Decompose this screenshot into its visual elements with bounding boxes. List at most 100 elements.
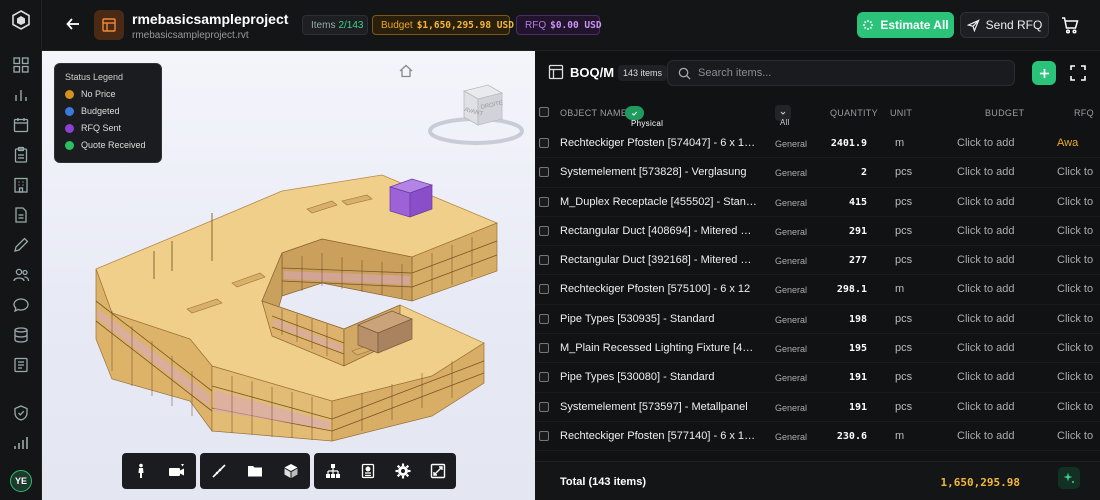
- cell-budget-add[interactable]: Click to add: [957, 283, 1014, 295]
- row-checkbox[interactable]: [539, 430, 549, 441]
- table-row[interactable]: Pipe Types [530080] - Standard General 191…: [535, 363, 1100, 393]
- table-row[interactable]: Rectangular Duct [408694] - Mitered El..…: [535, 217, 1100, 247]
- col-unit[interactable]: UNIT: [890, 108, 912, 118]
- send-rfq-button[interactable]: Send RFQ: [960, 12, 1049, 38]
- cell-budget-add[interactable]: Click to add: [957, 137, 1014, 149]
- user-avatar[interactable]: YE: [10, 470, 32, 492]
- select-all-checkbox[interactable]: [539, 107, 549, 117]
- items-label: Items: [311, 19, 336, 31]
- table-row[interactable]: Rechteckiger Pfosten [574047] - 6 x 15 .…: [535, 129, 1100, 159]
- building-model[interactable]: [82, 161, 502, 451]
- row-checkbox[interactable]: [539, 196, 549, 207]
- ai-assistant-button[interactable]: [1058, 467, 1080, 489]
- pencil-icon[interactable]: [12, 236, 30, 254]
- row-checkbox[interactable]: [539, 343, 549, 354]
- estimate-all-button[interactable]: Estimate All: [857, 12, 954, 38]
- cell-budget-add[interactable]: Click to add: [957, 401, 1014, 413]
- cell-rfq[interactable]: Click to: [1057, 342, 1093, 354]
- clipboard-icon[interactable]: [12, 146, 30, 164]
- users-icon[interactable]: [12, 266, 30, 284]
- cell-budget-add[interactable]: Click to add: [957, 225, 1014, 237]
- cell-rfq[interactable]: Click to: [1057, 254, 1093, 266]
- expand-icon[interactable]: [1069, 64, 1087, 82]
- search-input[interactable]: [698, 65, 998, 81]
- view-cube[interactable]: AVANT DROITE: [426, 79, 526, 149]
- model-tree-icon[interactable]: [324, 462, 341, 480]
- row-checkbox[interactable]: [539, 138, 549, 148]
- cell-rfq[interactable]: Click to: [1057, 225, 1093, 237]
- legend-title: Status Legend: [65, 72, 124, 82]
- cell-budget-add[interactable]: Click to add: [957, 430, 1014, 442]
- back-arrow-icon[interactable]: [64, 15, 82, 33]
- physical-filter-label: Physical: [631, 119, 664, 128]
- cell-budget-add[interactable]: Click to add: [957, 371, 1014, 383]
- cell-unit: pcs: [895, 166, 913, 179]
- calendar-icon[interactable]: [12, 116, 30, 134]
- document-icon[interactable]: [12, 206, 30, 224]
- cell-rfq[interactable]: Click to: [1057, 196, 1093, 208]
- shield-check-icon[interactable]: [12, 404, 30, 422]
- folder-icon[interactable]: [246, 462, 264, 480]
- cell-budget-add[interactable]: Click to add: [957, 313, 1014, 325]
- properties-icon[interactable]: [359, 462, 376, 480]
- row-checkbox[interactable]: [539, 225, 549, 236]
- row-checkbox[interactable]: [539, 255, 549, 266]
- cell-quantity: 198: [848, 313, 867, 325]
- cell-object-name: Rechteckiger Pfosten [574047] - 6 x 15 .…: [560, 137, 758, 149]
- building-icon[interactable]: [12, 176, 30, 194]
- table-row[interactable]: Rechteckiger Pfosten [577140] - 6 x 10 .…: [535, 422, 1100, 452]
- table-row[interactable]: Rechteckiger Pfosten [575100] - 6 x 12 Ge…: [535, 275, 1100, 305]
- settings-gear-icon[interactable]: [394, 462, 411, 480]
- viewer-toolbar-tools: [200, 453, 310, 489]
- col-rfq[interactable]: RFQ: [1074, 108, 1094, 118]
- table-row[interactable]: M_Plain Recessed Lighting Fixture [4316.…: [535, 334, 1100, 364]
- cart-icon[interactable]: [1060, 15, 1080, 35]
- row-checkbox[interactable]: [539, 372, 549, 383]
- walk-person-icon[interactable]: [132, 462, 150, 480]
- chat-icon[interactable]: [12, 296, 30, 314]
- add-item-button[interactable]: [1032, 61, 1056, 85]
- cell-rfq[interactable]: Click to: [1057, 371, 1093, 383]
- signal-bars-icon[interactable]: [12, 434, 30, 452]
- report-icon[interactable]: [12, 356, 30, 374]
- cell-rfq[interactable]: Click to: [1057, 166, 1093, 178]
- cell-rfq[interactable]: Click to: [1057, 430, 1093, 442]
- table-row[interactable]: Systemelement [573597] - Metallpanel Gene…: [535, 393, 1100, 422]
- row-checkbox[interactable]: [539, 284, 549, 295]
- camera-icon[interactable]: [168, 462, 186, 480]
- cell-object-name: Pipe Types [530080] - Standard: [560, 371, 715, 384]
- cell-rfq[interactable]: Click to: [1057, 401, 1093, 413]
- status-legend: Status Legend No Price Budgeted RFQ Sent…: [54, 63, 162, 163]
- dashboard-icon[interactable]: [12, 56, 30, 74]
- fullscreen-icon[interactable]: [429, 462, 446, 480]
- database-icon[interactable]: [12, 326, 30, 344]
- category-filter-select[interactable]: All: [775, 105, 791, 127]
- table-row[interactable]: Pipe Types [530935] - Standard General 198…: [535, 305, 1100, 335]
- row-checkbox[interactable]: [539, 401, 549, 412]
- legend-dot: [65, 140, 74, 150]
- app-logo-icon[interactable]: [11, 10, 31, 30]
- cell-budget-add[interactable]: Click to add: [957, 342, 1014, 354]
- cell-budget-add[interactable]: Click to add: [957, 166, 1014, 178]
- row-checkbox[interactable]: [539, 313, 549, 324]
- home-view-icon[interactable]: [398, 63, 414, 79]
- cell-budget-add[interactable]: Click to add: [957, 196, 1014, 208]
- cell-rfq[interactable]: Click to: [1057, 313, 1093, 325]
- cell-rfq[interactable]: Awa: [1057, 137, 1078, 149]
- measure-ruler-icon[interactable]: [210, 462, 228, 480]
- model-viewer[interactable]: Status Legend No Price Budgeted RFQ Sent…: [42, 50, 535, 500]
- cube-icon[interactable]: [282, 462, 300, 480]
- table-row[interactable]: M_Duplex Receptacle [455502] - Stand... G…: [535, 188, 1100, 217]
- cell-rfq[interactable]: Click to: [1057, 283, 1093, 295]
- table-row[interactable]: Rectangular Duct [392168] - Mitered Elb.…: [535, 246, 1100, 276]
- project-icon: [94, 10, 124, 40]
- cell-budget-add[interactable]: Click to add: [957, 254, 1014, 266]
- physical-filter-tag[interactable]: Physical: [625, 106, 663, 128]
- analytics-icon[interactable]: [12, 86, 30, 104]
- table-row[interactable]: Systemelement [573828] - Verglasung Gener…: [535, 158, 1100, 188]
- col-object-name[interactable]: OBJECT NAME: [560, 108, 627, 118]
- row-checkbox[interactable]: [539, 167, 549, 178]
- table-layout-icon: [548, 64, 564, 80]
- col-budget[interactable]: BUDGET: [985, 108, 1024, 118]
- col-quantity[interactable]: QUANTITY: [830, 108, 878, 118]
